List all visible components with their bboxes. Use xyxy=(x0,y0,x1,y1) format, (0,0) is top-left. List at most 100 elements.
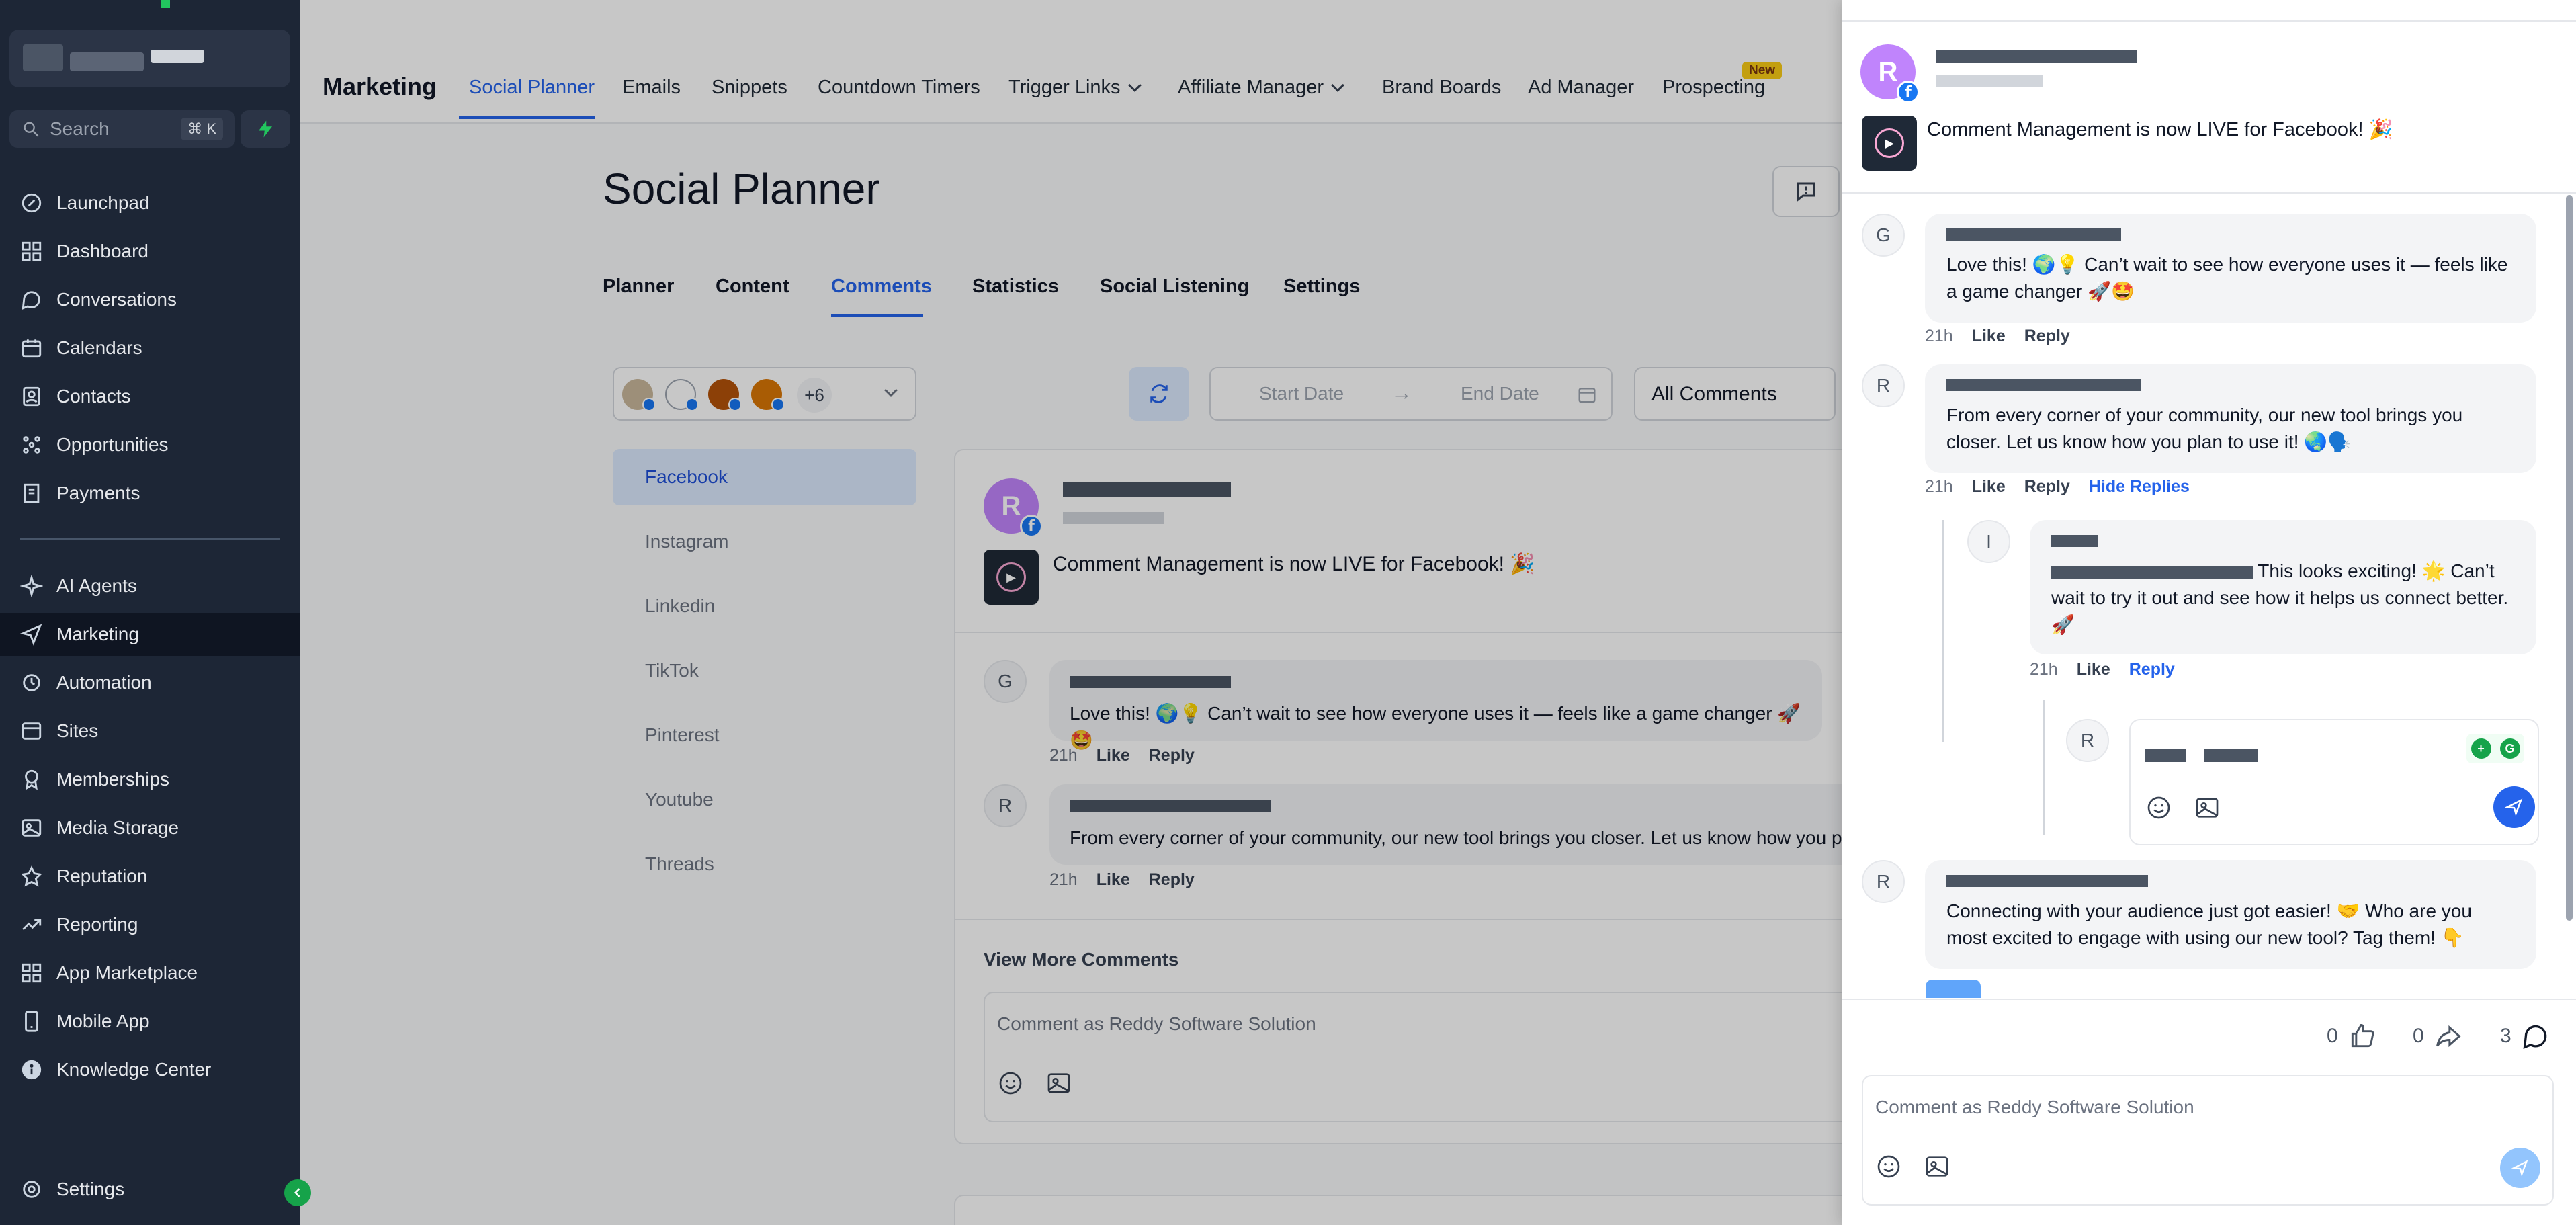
grid-icon xyxy=(22,963,42,983)
sidebar-item-reputation[interactable]: Reputation xyxy=(0,855,300,898)
comment-time: 21h xyxy=(1925,477,1953,496)
avatar: R xyxy=(1862,364,1905,407)
modal-backdrop[interactable] xyxy=(300,0,1842,1225)
launchpad-icon xyxy=(22,193,42,213)
calendar-icon xyxy=(22,339,42,358)
facebook-icon: f xyxy=(1897,81,1920,103)
like-count[interactable]: 0 xyxy=(2327,1021,2377,1051)
sidebar-item-label: Knowledge Center xyxy=(56,1059,212,1080)
star-icon xyxy=(21,865,42,887)
info-icon xyxy=(22,1060,42,1080)
comment-input[interactable]: Comment as Reddy Software Solution xyxy=(1875,1097,2194,1118)
like-count-value: 0 xyxy=(2327,1025,2338,1047)
sidebar-item-launchpad[interactable]: Launchpad xyxy=(0,181,300,224)
comment-bubble: From every corner of your community, our… xyxy=(1925,364,2536,473)
contacts-icon xyxy=(23,386,40,407)
emoji-icon[interactable] xyxy=(2145,794,2172,821)
comment-attachment[interactable] xyxy=(1926,980,1981,998)
sidebar-item-opportunities[interactable]: Opportunities xyxy=(0,423,300,466)
sidebar-item-knowledge-center[interactable]: Knowledge Center xyxy=(0,1048,300,1091)
author-name-redacted xyxy=(1936,50,2137,63)
grammar-assistant-widget[interactable]: + G xyxy=(2466,734,2524,763)
comment-text: From every corner of your community, our… xyxy=(1946,405,2463,452)
sparkle-icon xyxy=(20,575,43,597)
sidebar-item-label: Marketing xyxy=(56,624,139,644)
send-comment-button[interactable] xyxy=(2500,1148,2540,1188)
send-icon xyxy=(20,624,42,646)
like-button[interactable]: Like xyxy=(1972,327,2006,345)
search-input[interactable]: Search ⌘ K xyxy=(9,110,235,148)
sidebar-item-payments[interactable]: Payments xyxy=(0,472,300,515)
sidebar-item-conversations[interactable]: Conversations xyxy=(0,278,300,321)
mobile-icon xyxy=(25,1011,38,1032)
sidebar-item-marketing[interactable]: Marketing xyxy=(0,613,300,656)
post-caption: Comment Management is now LIVE for Faceb… xyxy=(1927,119,2393,140)
sidebar-item-memberships[interactable]: Memberships xyxy=(0,758,300,801)
reply-composer[interactable]: + G xyxy=(2129,719,2539,845)
post-reactions-bar: 0 0 3 xyxy=(1842,999,2576,1072)
sidebar-item-app-marketplace[interactable]: App Marketplace xyxy=(0,952,300,995)
send-icon xyxy=(2504,798,2523,816)
avatar: R xyxy=(1862,860,1905,903)
post-thumbnail[interactable]: ▶ xyxy=(1862,116,1917,171)
sidebar-item-label: Contacts xyxy=(56,386,131,407)
comment-count[interactable]: 3 xyxy=(2500,1021,2550,1051)
reply-actions: 21h Like Reply xyxy=(2030,660,2175,679)
quick-action-button[interactable] xyxy=(241,110,290,148)
sidebar-item-settings[interactable]: Settings xyxy=(0,1168,300,1211)
sites-icon xyxy=(22,722,42,740)
collapse-sidebar-button[interactable] xyxy=(284,1179,311,1206)
avatar: R xyxy=(2066,719,2109,762)
memberships-icon xyxy=(25,769,38,790)
commenter-name-redacted xyxy=(1946,228,2121,241)
sidebar-item-label: Reporting xyxy=(56,914,138,935)
sidebar-item-media-storage[interactable]: Media Storage xyxy=(0,806,300,849)
sidebar-item-sites[interactable]: Sites xyxy=(0,710,300,753)
like-button[interactable]: Like xyxy=(1972,477,2006,496)
account-name-redacted xyxy=(151,50,204,63)
like-button[interactable]: Like xyxy=(2077,660,2110,679)
image-icon[interactable] xyxy=(1924,1153,1950,1180)
sidebar-item-dashboard[interactable]: Dashboard xyxy=(0,230,300,273)
sidebar-divider xyxy=(20,538,280,540)
sidebar-item-label: AI Agents xyxy=(56,575,137,596)
thread-line xyxy=(2043,700,2045,835)
comment-bubble: Connecting with your audience just got e… xyxy=(1925,860,2536,969)
scrollbar[interactable] xyxy=(2566,195,2573,921)
hide-replies-button[interactable]: Hide Replies xyxy=(2089,477,2190,496)
sidebar-item-ai-agents[interactable]: AI Agents xyxy=(0,564,300,607)
reply-bubble: This looks exciting! 🌟 Can’t wait to try… xyxy=(2030,520,2536,654)
reply-button[interactable]: Reply xyxy=(2024,477,2070,496)
mention-tag-redacted xyxy=(2145,749,2186,762)
emoji-icon[interactable] xyxy=(1875,1153,1902,1180)
image-icon[interactable] xyxy=(2194,794,2221,821)
drawer-comment-list[interactable]: G Love this! 🌍💡 Can’t wait to see how ev… xyxy=(1842,195,2576,998)
search-placeholder: Search xyxy=(50,118,110,139)
sidebar-item-contacts[interactable]: Contacts xyxy=(0,375,300,418)
sidebar-item-mobile-app[interactable]: Mobile App xyxy=(0,1000,300,1043)
sidebar-item-automation[interactable]: Automation xyxy=(0,661,300,704)
sidebar-item-label: Mobile App xyxy=(56,1011,150,1031)
sidebar-item-label: App Marketplace xyxy=(56,962,198,983)
reply-button[interactable]: Reply xyxy=(2129,660,2175,679)
sidebar-item-reporting[interactable]: Reporting xyxy=(0,903,300,946)
drawer-comment-composer[interactable]: Comment as Reddy Software Solution xyxy=(1862,1075,2554,1206)
comment-icon xyxy=(2523,1025,2546,1050)
mention-redacted xyxy=(2051,566,2253,579)
comment-count-value: 3 xyxy=(2500,1025,2511,1047)
sidebar-item-label: Payments xyxy=(56,482,140,503)
account-name-redacted xyxy=(23,44,63,71)
automation-icon xyxy=(23,674,40,691)
image-icon xyxy=(22,819,42,837)
account-switcher[interactable] xyxy=(9,30,290,87)
share-count[interactable]: 0 xyxy=(2413,1021,2463,1051)
drawer-post-header: R f ▶ Comment Management is now LIVE for… xyxy=(1842,20,2576,194)
gear-icon xyxy=(23,1181,40,1198)
sidebar-item-label: Media Storage xyxy=(56,817,179,838)
send-reply-button[interactable] xyxy=(2493,786,2535,828)
chevron-left-icon xyxy=(294,1188,300,1197)
sidebar-item-calendars[interactable]: Calendars xyxy=(0,327,300,370)
avatar: G xyxy=(1862,214,1905,257)
comment-time: 21h xyxy=(1925,327,1953,345)
reply-button[interactable]: Reply xyxy=(2024,327,2070,345)
